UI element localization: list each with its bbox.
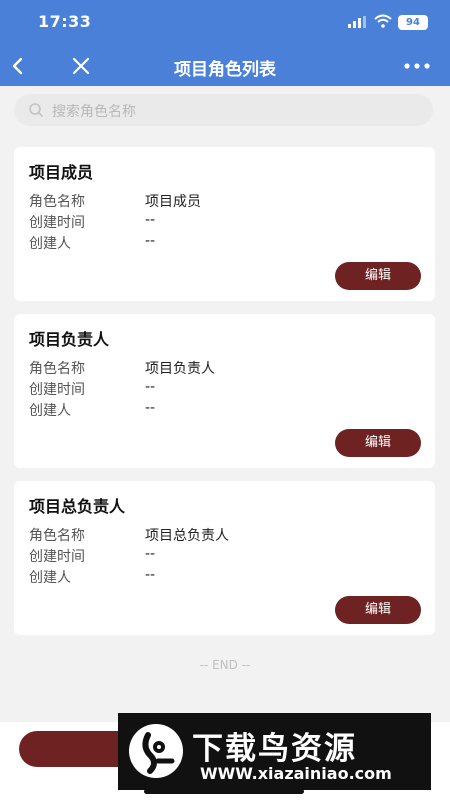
role-card-title: 项目成员 bbox=[29, 163, 94, 182]
role-card: 项目总负责人 角色名称 项目总负责人 创建时间 -- 创建人 -- 编辑 bbox=[14, 481, 435, 635]
creator-value: -- bbox=[145, 400, 156, 416]
status-bar: 17:33 94 bbox=[0, 0, 450, 46]
creator-label: 创建人 bbox=[29, 403, 71, 419]
role-card-title: 项目总负责人 bbox=[29, 497, 126, 516]
more-icon[interactable] bbox=[404, 62, 430, 70]
list-end-indicator: -- END -- bbox=[199, 658, 251, 672]
role-name-value: 项目总负责人 bbox=[145, 528, 229, 544]
created-time-label: 创建时间 bbox=[29, 382, 85, 398]
page-title: 项目角色列表 bbox=[174, 60, 276, 80]
created-time-label: 创建时间 bbox=[29, 215, 85, 231]
role-name-label: 角色名称 bbox=[29, 528, 85, 544]
battery-icon: 94 bbox=[398, 15, 428, 30]
created-time-value: -- bbox=[145, 379, 156, 395]
watermark-title: 下载鸟资源 bbox=[192, 731, 357, 767]
edit-button[interactable]: 编辑 bbox=[335, 262, 421, 290]
creator-label: 创建人 bbox=[29, 570, 71, 586]
battery-level: 94 bbox=[406, 17, 420, 28]
created-time-value: -- bbox=[145, 546, 156, 562]
role-name-label: 角色名称 bbox=[29, 194, 85, 210]
wifi-icon bbox=[374, 14, 392, 28]
nav-bar: 项目角色列表 bbox=[0, 46, 450, 86]
creator-label: 创建人 bbox=[29, 236, 71, 252]
bird-logo-icon bbox=[129, 724, 183, 778]
search-icon bbox=[29, 103, 43, 117]
watermark: 下载鸟资源 WWW.xiazainiao.com bbox=[118, 713, 431, 790]
edit-button[interactable]: 编辑 bbox=[335, 429, 421, 457]
edit-button[interactable]: 编辑 bbox=[335, 596, 421, 624]
creator-value: -- bbox=[145, 567, 156, 583]
home-indicator bbox=[144, 789, 304, 794]
role-name-label: 角色名称 bbox=[29, 361, 85, 377]
search-input[interactable]: 搜索角色名称 bbox=[14, 94, 433, 126]
role-name-value: 项目负责人 bbox=[145, 361, 215, 377]
status-time: 17:33 bbox=[38, 12, 92, 31]
search-placeholder: 搜索角色名称 bbox=[52, 104, 136, 120]
created-time-label: 创建时间 bbox=[29, 549, 85, 565]
signal-icon bbox=[348, 16, 366, 28]
watermark-url: WWW.xiazainiao.com bbox=[200, 764, 392, 783]
role-name-value: 项目成员 bbox=[145, 194, 201, 210]
role-card: 项目成员 角色名称 项目成员 创建时间 -- 创建人 -- 编辑 bbox=[14, 147, 435, 301]
creator-value: -- bbox=[145, 233, 156, 249]
role-card: 项目负责人 角色名称 项目负责人 创建时间 -- 创建人 -- 编辑 bbox=[14, 314, 435, 468]
role-card-title: 项目负责人 bbox=[29, 330, 110, 349]
created-time-value: -- bbox=[145, 212, 156, 228]
